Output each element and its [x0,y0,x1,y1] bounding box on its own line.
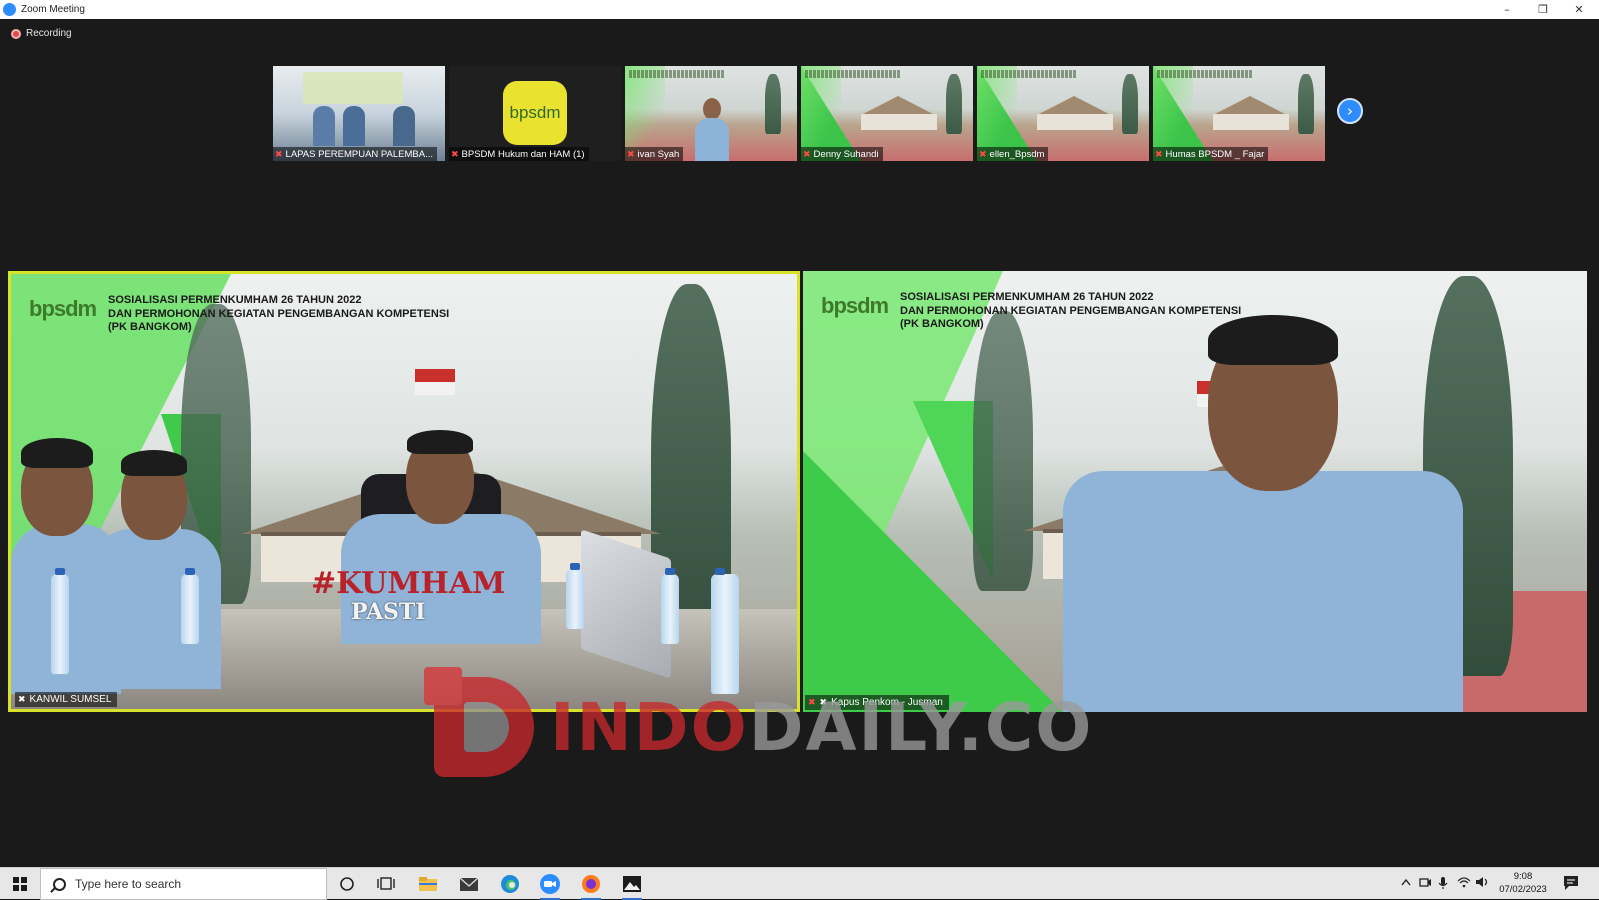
bpsdm-logo: bpsdm [503,81,567,145]
task-view-icon [377,877,395,890]
mic-muted-icon: ✖ [979,149,987,159]
participant-thumbnail[interactable]: ✖ LAPAS PEREMPUAN PALEMBA... [273,66,445,161]
meet-now-button[interactable] [1419,876,1432,892]
participant-thumbnail[interactable]: ✖ Humas BPSDM _ Fajar [1153,66,1325,161]
participant-video [313,106,335,146]
start-button[interactable] [0,868,40,900]
kumham-sign: #KUMHAM [311,566,506,601]
windows-logo-icon [13,877,27,891]
kumham-sign-bottom: PASTI [351,599,426,625]
mic-muted-icon: ✖ [275,149,283,159]
mail-icon [459,876,479,891]
volume-button[interactable] [1475,876,1489,891]
photos-icon [623,876,641,892]
close-button[interactable]: ✕ [1561,0,1597,19]
mail-button[interactable] [456,872,482,896]
next-page-button[interactable]: › [1337,98,1363,124]
meeting-stage: Recording ✖ LAPAS PEREMPUAN PALEMBA... bp… [0,19,1599,867]
clock-time: 9:08 [1513,871,1533,882]
chevron-right-icon: › [1347,102,1353,120]
participant-thumbnail[interactable]: ✖ Denny Suhandi [801,66,973,161]
recording-label: Recording [26,28,72,39]
participant-thumbnail[interactable]: bpsdm ✖ BPSDM Hukum dan HAM (1) [449,66,621,161]
pin-icon: ✖ [18,694,26,704]
participant-name: ✖ ellen_Bpsdm [977,147,1049,161]
participant-video [695,98,729,161]
minimize-button[interactable]: – [1489,0,1525,19]
mic-muted-icon: ✖ [1155,149,1163,159]
bpsdm-logo: bpsdm [821,293,889,318]
participant-name: ✖ Humas BPSDM _ Fajar [1153,147,1269,161]
photos-button[interactable] [619,872,645,900]
task-view-button[interactable] [373,872,399,896]
clock-date: 07/02/2023 [1499,884,1547,895]
recording-icon [11,28,21,39]
firefox-icon [582,875,600,893]
bpsdm-logo: bpsdm [29,296,97,321]
windows-taskbar: 9:08 07/02/2023 [0,867,1599,900]
taskbar-search[interactable] [40,868,327,900]
indodaily-watermark: INDODAILY.CO [424,667,1093,787]
camera-icon [1419,878,1431,887]
chevron-up-icon [1401,878,1411,886]
mic-muted-icon: ✖ [803,149,811,159]
participant-name: ✖ BPSDM Hukum dan HAM (1) [449,147,589,161]
zoom-taskbar-button[interactable] [537,872,563,900]
search-input[interactable] [75,877,315,891]
indodaily-logo-icon [424,667,544,787]
microphone-button[interactable] [1438,876,1448,893]
taskbar-clock[interactable]: 9:08 07/02/2023 [1493,870,1553,896]
cortana-button[interactable] [334,872,360,896]
event-banner: SOSIALISASI PERMENKUMHAM 26 TAHUN 2022 D… [108,294,450,333]
file-explorer-button[interactable] [415,872,441,896]
restore-button[interactable]: ❐ [1525,0,1561,19]
mic-muted-icon: ✖ [627,149,635,159]
zoom-icon [540,874,560,894]
notification-icon [1564,876,1578,890]
speaker-icon [1476,877,1488,887]
participant-thumbnail[interactable]: ✖ ivan Syah [625,66,797,161]
participant-name: ✖ LAPAS PEREMPUAN PALEMBA... [273,147,438,161]
zoom-app-icon [3,3,16,16]
edge-button[interactable] [497,872,523,896]
participant-name: ✖ ivan Syah [625,147,684,161]
window-title: Zoom Meeting [21,4,85,15]
cortana-icon [340,877,354,891]
show-hidden-icons-button[interactable] [1401,876,1411,889]
edge-icon [501,875,519,893]
window-titlebar: Zoom Meeting – ❐ ✕ [0,0,1599,19]
mic-muted-icon: ✖ [451,149,459,159]
flag [415,369,455,395]
search-icon [53,877,66,891]
participant-name: ✖ Denny Suhandi [801,147,883,161]
recording-indicator[interactable]: Recording [11,28,72,39]
event-banner: SOSIALISASI PERMENKUMHAM 26 TAHUN 2022 D… [900,291,1242,330]
participant-thumbnail[interactable]: ✖ ellen_Bpsdm [977,66,1149,161]
wifi-icon [1457,877,1471,888]
firefox-button[interactable] [578,872,604,900]
room-banner [303,72,403,104]
microphone-icon [1438,877,1448,889]
network-button[interactable] [1457,876,1471,891]
folder-icon [419,877,437,891]
action-center-button[interactable] [1562,874,1580,892]
video-tile[interactable]: bpsdm SOSIALISASI PERMENKUMHAM 26 TAHUN … [803,271,1587,712]
participant-name: ✖ KANWIL SUMSEL [15,692,118,707]
video-tile-active-speaker[interactable]: bpsdm SOSIALISASI PERMENKUMHAM 26 TAHUN … [8,271,800,712]
